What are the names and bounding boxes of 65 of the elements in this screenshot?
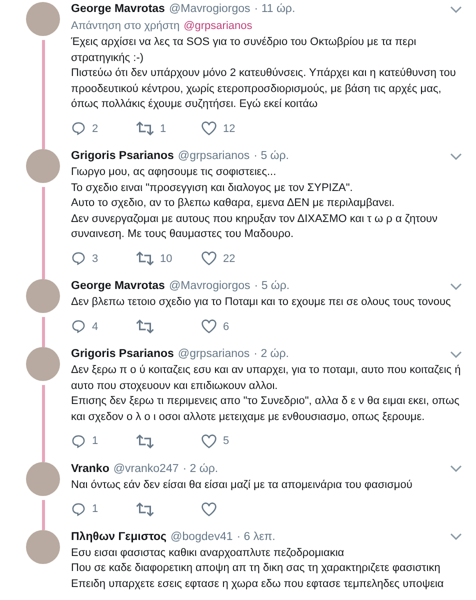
reply-count: 4 [92,320,98,334]
reply-label: Απάντηση στο χρήστη [71,19,180,34]
chevron-down-icon[interactable] [450,533,462,541]
mention-link[interactable]: @grpsarianos [184,19,252,34]
user-handle[interactable]: @Mavrogiorgos [168,2,250,17]
tweet-text: Γιωργο μου, ας αφησουμε τις σοφιστειες... [71,165,278,180]
user-name[interactable]: Grigoris Psarianos [71,149,174,164]
tweet-text: Πιστεύω ότι δεν υπάρχουν μόνο 2 κατευθύνσεις. Υπάρχει και η κατεύθυνση του προοδευτικού κέντρου, χωρίς ετεροπροσδιορισμούς, με βάση τις αρχές μας, όπως πολλάκις έχουμε συζητήσει. Εγώ εκεί κοιτάω [71,66,457,112]
user-name[interactable]: George Mavrotas [71,279,165,294]
reply-icon[interactable] [71,251,86,266]
retweet-icon[interactable] [136,434,154,449]
like-count: 6 [223,320,230,334]
user-name[interactable]: Πληθων Γεμιστος [71,530,167,544]
like-count: 22 [223,252,236,266]
tweet-text: Δεν ξερω π ο ύ κοιταζεις εσυ και αν υπαρχει, για το ποταμι, αυτο που κοιταζεις ή αυτο που στοχευουν και επιδιωκουν αλλοι. [71,363,462,394]
chevron-down-icon[interactable] [450,465,462,473]
user-name[interactable]: George Mavrotas [71,2,165,17]
tweet-text: Ναι όντως εάν δεν είσαι θα είσαι μαζί με τα απομεινάρια του φασισμού [71,478,414,492]
reply-icon[interactable] [71,319,86,334]
chevron-down-icon[interactable] [450,350,462,358]
heart-icon[interactable] [201,319,217,334]
user-handle[interactable]: @vranko247 [113,462,179,476]
reply-count: 1 [92,502,98,517]
tweet-text: Δεν βλεπω τετοιο σχεδιο για το Ποταμι και το εχουμε πει σε ολους τους τονους [71,295,452,310]
tweet-text: Που σε καδε διαφορετικη αποψη απ τη δικη σας τη χαρακτηριζετε φασιστικη [71,561,442,576]
tweet-text: Επισης δεν ξερω τι περιμενεις απο "το Συνεδριο", αλλα δ ε ν θα ειμαι εκει, οπως και σχεδον ο λ ο ι οσοι αλλοτε μετειχαμε με ενθουσιασμο, οπως ξερουμε. [71,394,460,424]
tweet-time[interactable]: · 11 ώρ. [254,2,296,17]
tweet-text: Εσυ εισαι φασιστας καθικι αναρχοαπλυτε πεζοδρομιακια [71,546,346,560]
chevron-down-icon[interactable] [450,152,462,160]
reply-count: 1 [92,434,98,449]
heart-icon[interactable] [201,251,217,266]
retweet-icon[interactable] [136,502,154,517]
tweet-text: Επειδη υπαρχετε εσεις εφτασε η χωρα εδω που εφτασε τεμπεληδες υποψεια [71,576,445,592]
retweet-icon[interactable] [136,251,154,266]
reply-icon[interactable] [71,121,86,136]
tweet-time[interactable]: · 5 ώρ. [254,149,290,164]
user-handle[interactable]: @Mavrogiorgos [168,279,250,294]
reply-count: 3 [92,252,98,266]
tweet-text: Δεν συνεργαζομαι με αυτους που κηρυξαν τον ΔΙΧΑΣΜΟ και τ ω ρ α ζητουν συναινεση. Με τους θαυμαστες του Μαδουρο. [71,212,438,242]
user-name[interactable]: Grigoris Psarianos [71,347,174,362]
tweet-text: Το σχεδιο ειναι "προσεγγιση και διαλογος με τον ΣΥΡΙΖΑ". [71,180,354,196]
tweet-time[interactable]: · 2 ώρ. [182,462,218,476]
heart-icon[interactable] [201,121,217,136]
user-name[interactable]: Vranko [71,462,110,476]
like-count: 5 [223,434,230,449]
retweet-count: 10 [160,252,172,266]
retweet-icon[interactable] [136,121,154,136]
tweet-time[interactable]: · 2 ώρ. [254,347,290,362]
heart-icon[interactable] [201,502,217,517]
tweet-text: Έχεις αρχίσει να λες τα SOS για το συνέδριο του Οκτωβρίου με τα περι στρατηγικής :-) [71,35,418,66]
user-handle[interactable]: @bogdev41 [170,530,233,544]
tweet-time[interactable]: · 6 λεπ. [236,530,276,544]
tweet-time[interactable]: · 5 ώρ. [254,279,290,294]
user-handle[interactable]: @grpsarianos [178,149,250,164]
chevron-down-icon[interactable] [450,282,462,290]
tweet-text: Αυτο το σχεδιο, αν το βλεπω καθαρα, εμενα ΔΕΝ με περιλαμβανει. [71,196,396,211]
retweet-icon[interactable] [136,319,154,334]
user-handle[interactable]: @grpsarianos [178,347,250,362]
chevron-down-icon[interactable] [450,6,462,14]
reply-count: 2 [92,122,98,136]
reply-icon[interactable] [71,502,86,517]
heart-icon[interactable] [201,434,217,449]
reply-icon[interactable] [71,434,86,449]
retweet-count: 1 [160,122,166,136]
like-count: 12 [223,122,236,136]
